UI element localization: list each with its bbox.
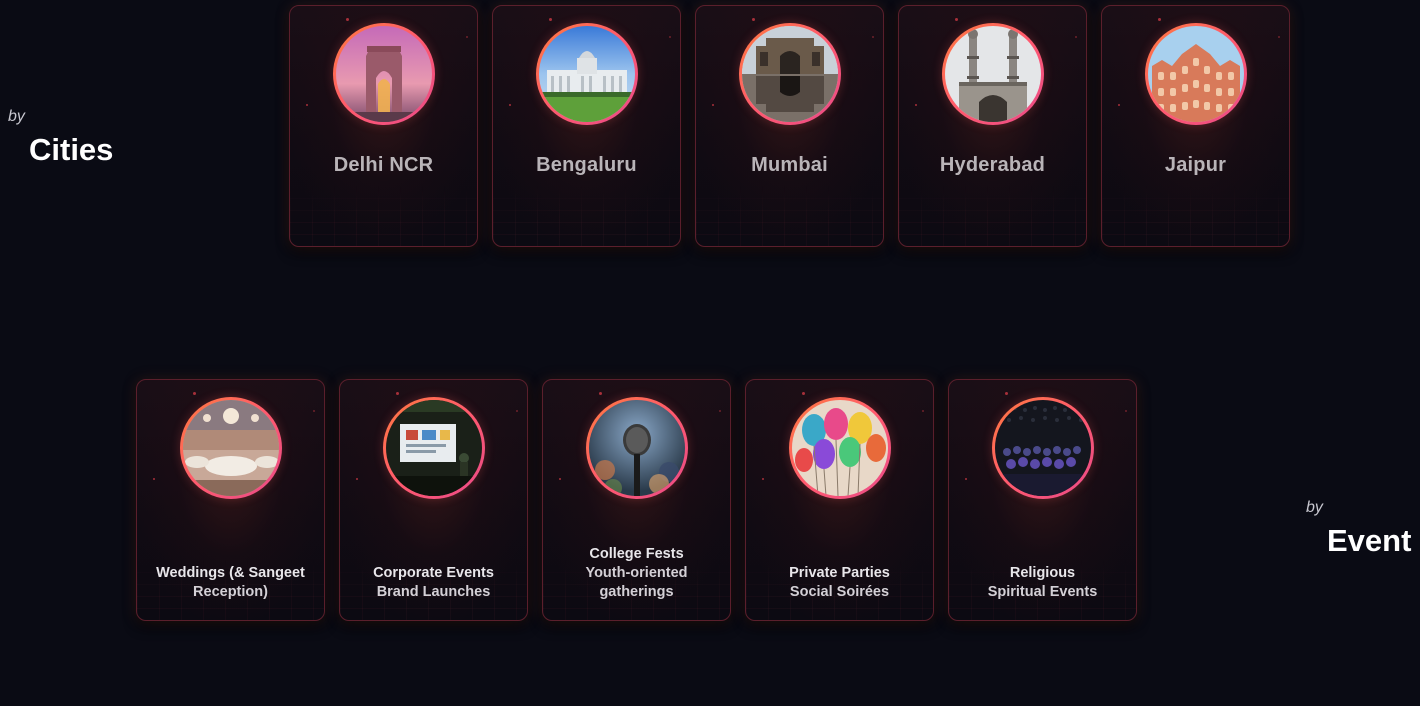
charminar-photo-icon [941,23,1044,125]
cities-section-label: by Cities [8,108,113,168]
presentation-screen-photo-icon [382,397,485,499]
event-by-text: by [1306,499,1323,516]
event-text: Corporate Events Brand Launches [346,564,521,602]
event-title: Corporate Events [373,565,494,581]
city-card-mumbai[interactable]: Mumbai [695,5,884,247]
gateway-of-india-photo-icon [738,23,841,125]
event-subtitle: Social Soirées [789,584,890,600]
city-name: Mumbai [751,154,828,176]
cities-by-text: by [8,108,25,125]
audience-hall-photo-icon [991,397,1094,499]
event-title: Private Parties [789,565,890,581]
event-title: Religious [1009,565,1076,581]
events-card-row: Weddings (& Sangeet Reception) Corporate… [136,379,1137,621]
event-subtitle: Brand Launches [376,584,491,600]
event-title: College Fests [589,546,684,562]
event-subtitle: Reception) [193,584,268,600]
event-text: College Fests Youth-oriented gatherings [549,545,724,602]
vidhana-soudha-photo-icon [535,23,638,125]
balloons-photo-icon [788,397,891,499]
cities-heading: Cities [29,132,114,167]
event-subtitle: Spiritual Events [987,584,1098,600]
city-card-hyderabad[interactable]: Hyderabad [898,5,1087,247]
india-gate-photo-icon [332,23,435,125]
city-name: Bengaluru [536,154,637,176]
microphone-crowd-photo-icon [585,397,688,499]
event-card-religious[interactable]: Religious Spiritual Events [948,379,1137,621]
city-card-bengaluru[interactable]: Bengaluru [492,5,681,247]
event-title: Weddings (& Sangeet [156,565,305,581]
event-card-college-fests[interactable]: College Fests Youth-oriented gatherings [542,379,731,621]
event-text: Private Parties Social Soirées [752,564,927,602]
event-text: Weddings (& Sangeet Reception) [143,564,318,602]
cities-card-row: Delhi NCR Bengaluru Mumbai Hyderabad Jai… [289,5,1290,247]
event-card-weddings[interactable]: Weddings (& Sangeet Reception) [136,379,325,621]
event-heading: Event [1327,523,1412,558]
city-card-jaipur[interactable]: Jaipur [1101,5,1290,247]
city-name: Hyderabad [939,154,1046,176]
city-name: Delhi NCR [333,154,434,176]
city-name: Jaipur [1164,154,1227,176]
event-card-corporate[interactable]: Corporate Events Brand Launches [339,379,528,621]
event-card-private-parties[interactable]: Private Parties Social Soirées [745,379,934,621]
event-text: Religious Spiritual Events [955,564,1130,602]
city-card-delhi-ncr[interactable]: Delhi NCR [289,5,478,247]
hawa-mahal-photo-icon [1144,23,1247,125]
event-subtitle: Youth-oriented [585,565,688,581]
event-section-label: by Event [1306,499,1411,559]
event-subtitle-line2: gatherings [599,584,674,600]
wedding-hall-photo-icon [179,397,282,499]
